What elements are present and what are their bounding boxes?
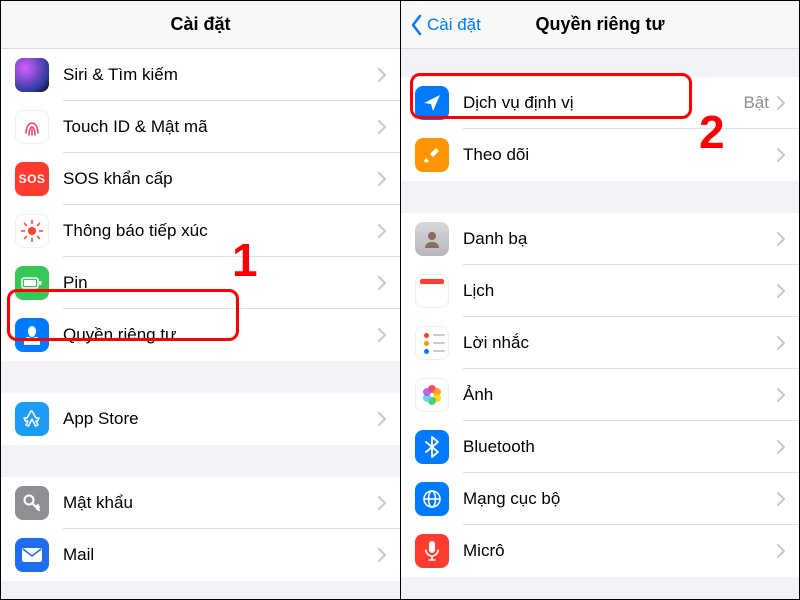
- siri-icon: [15, 58, 49, 92]
- row-label: Mật khẩu: [63, 493, 378, 513]
- row-photos[interactable]: Ảnh: [401, 369, 799, 421]
- chevron-right-icon: [378, 172, 386, 186]
- privacy-icon: [15, 318, 49, 352]
- row-value: Bật: [743, 93, 769, 113]
- row-label: Mạng cục bộ: [463, 489, 777, 509]
- row-privacy[interactable]: Quyền riêng tư: [1, 309, 400, 361]
- row-label: App Store: [63, 409, 378, 429]
- chevron-right-icon: [378, 224, 386, 238]
- exposure-icon: [15, 214, 49, 248]
- row-passwords[interactable]: Mật khẩu: [1, 477, 400, 529]
- chevron-right-icon: [777, 336, 785, 350]
- tracking-icon: [415, 138, 449, 172]
- chevron-right-icon: [777, 544, 785, 558]
- row-location[interactable]: Dịch vụ định vị Bật: [401, 77, 799, 129]
- header: Cài đặt: [1, 1, 400, 49]
- row-label: Lời nhắc: [463, 333, 777, 353]
- row-bluetooth[interactable]: Bluetooth: [401, 421, 799, 473]
- row-siri[interactable]: Siri & Tìm kiếm: [1, 49, 400, 101]
- row-label: Bluetooth: [463, 437, 777, 457]
- row-sos[interactable]: SOS SOS khẩn cấp: [1, 153, 400, 205]
- mail-icon: [15, 538, 49, 572]
- row-label: Quyền riêng tư: [63, 325, 378, 345]
- appstore-icon: [15, 402, 49, 436]
- row-label: Touch ID & Mật mã: [63, 117, 378, 137]
- row-touchid[interactable]: Touch ID & Mật mã: [1, 101, 400, 153]
- row-calendar[interactable]: Lịch: [401, 265, 799, 317]
- localnetwork-icon: [415, 482, 449, 516]
- row-label: Ảnh: [463, 385, 777, 405]
- row-label: Pin: [63, 273, 378, 293]
- header-title: Cài đặt: [170, 14, 230, 35]
- chevron-right-icon: [777, 440, 785, 454]
- row-contacts[interactable]: Danh bạ: [401, 213, 799, 265]
- settings-list: Siri & Tìm kiếm Touch ID & Mật mã SOS SO…: [1, 49, 400, 599]
- chevron-right-icon: [378, 412, 386, 426]
- sos-text: SOS: [19, 172, 46, 186]
- chevron-right-icon: [777, 492, 785, 506]
- row-appstore[interactable]: App Store: [1, 393, 400, 445]
- chevron-right-icon: [378, 548, 386, 562]
- settings-screen: Cài đặt Siri & Tìm kiếm Touch ID & Mật m…: [1, 1, 400, 599]
- chevron-right-icon: [777, 388, 785, 402]
- header-title: Quyền riêng tư: [535, 14, 664, 35]
- chevron-right-icon: [777, 284, 785, 298]
- privacy-list: Dịch vụ định vị Bật Theo dõi Danh bạ: [401, 49, 799, 599]
- row-label: Micrô: [463, 541, 777, 561]
- reminders-icon: [415, 326, 449, 360]
- row-reminders[interactable]: Lời nhắc: [401, 317, 799, 369]
- row-battery[interactable]: Pin: [1, 257, 400, 309]
- header: Cài đặt Quyền riêng tư: [401, 1, 799, 49]
- microphone-icon: [415, 534, 449, 568]
- chevron-right-icon: [777, 96, 785, 110]
- row-localnetwork[interactable]: Mạng cục bộ: [401, 473, 799, 525]
- privacy-screen: Cài đặt Quyền riêng tư Dịch vụ định vị B…: [400, 1, 799, 599]
- row-tracking[interactable]: Theo dõi: [401, 129, 799, 181]
- row-label: Lịch: [463, 281, 777, 301]
- chevron-right-icon: [777, 232, 785, 246]
- photos-icon: [415, 378, 449, 412]
- chevron-right-icon: [378, 328, 386, 342]
- back-button[interactable]: Cài đặt: [409, 14, 481, 36]
- sos-icon: SOS: [15, 162, 49, 196]
- chevron-right-icon: [378, 68, 386, 82]
- chevron-right-icon: [777, 148, 785, 162]
- chevron-right-icon: [378, 496, 386, 510]
- row-label: Thông báo tiếp xúc: [63, 221, 378, 241]
- key-icon: [15, 486, 49, 520]
- calendar-icon: [415, 274, 449, 308]
- battery-icon: [15, 266, 49, 300]
- row-label: Dịch vụ định vị: [463, 93, 743, 113]
- row-label: SOS khẩn cấp: [63, 169, 378, 189]
- back-label: Cài đặt: [427, 15, 481, 35]
- contacts-icon: [415, 222, 449, 256]
- chevron-right-icon: [378, 120, 386, 134]
- row-label: Siri & Tìm kiếm: [63, 65, 378, 85]
- chevron-right-icon: [378, 276, 386, 290]
- touchid-icon: [15, 110, 49, 144]
- row-exposure[interactable]: Thông báo tiếp xúc: [1, 205, 400, 257]
- row-microphone[interactable]: Micrô: [401, 525, 799, 577]
- row-label: Mail: [63, 545, 378, 565]
- location-icon: [415, 86, 449, 120]
- row-label: Danh bạ: [463, 229, 777, 249]
- bluetooth-icon: [415, 430, 449, 464]
- row-label: Theo dõi: [463, 145, 777, 165]
- row-mail[interactable]: Mail: [1, 529, 400, 581]
